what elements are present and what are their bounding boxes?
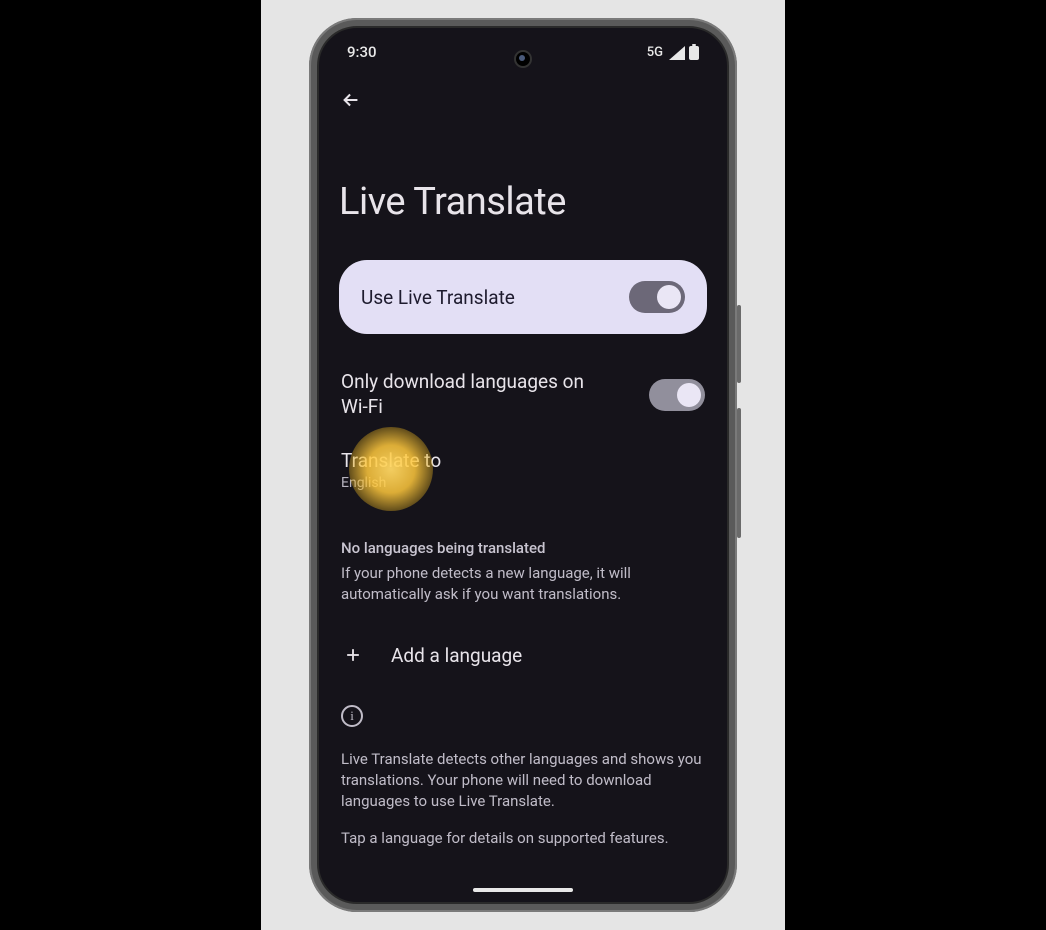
info-section: i Live Translate detects other languages… [339,705,707,849]
app-bar [319,70,727,122]
plus-icon [341,643,365,667]
settings-content: Live Translate Use Live Translate Only d… [319,180,727,849]
signal-icon [669,45,685,59]
arrow-left-icon [340,89,362,111]
info-paragraph-2: Tap a language for details on supported … [341,828,705,849]
use-live-translate-label: Use Live Translate [361,286,515,309]
gesture-nav-pill[interactable] [473,888,573,892]
page-background: 9:30 5G Liv [261,0,785,930]
no-languages-desc: If your phone detects a new language, it… [339,563,707,605]
switch-knob [677,383,701,407]
power-button-decor [737,305,741,383]
phone-frame: 9:30 5G Liv [309,18,737,912]
volume-button-decor [737,408,741,538]
camera-punch-hole [514,50,532,68]
use-live-translate-row[interactable]: Use Live Translate [339,260,707,334]
phone-screen: 9:30 5G Liv [317,26,729,904]
back-button[interactable] [339,88,363,112]
use-live-translate-switch[interactable] [629,281,685,313]
wifi-only-row[interactable]: Only download languages on Wi-Fi [339,362,707,435]
page-title: Live Translate [339,180,707,224]
no-languages-header: No languages being translated [339,539,707,557]
translate-to-label: Translate to [341,449,705,472]
wifi-only-switch[interactable] [649,379,705,411]
translate-to-row[interactable]: Translate to English [339,435,707,509]
status-indicators: 5G [647,44,699,60]
info-icon: i [341,705,363,727]
add-language-button[interactable]: Add a language [339,633,707,677]
switch-knob [657,285,681,309]
info-paragraph-1: Live Translate detects other languages a… [341,749,705,812]
wifi-only-label: Only download languages on Wi-Fi [341,370,611,419]
battery-icon [689,44,699,60]
add-language-label: Add a language [391,644,522,667]
status-time: 9:30 [347,43,377,61]
translate-to-value: English [341,475,705,491]
network-label: 5G [647,45,663,60]
